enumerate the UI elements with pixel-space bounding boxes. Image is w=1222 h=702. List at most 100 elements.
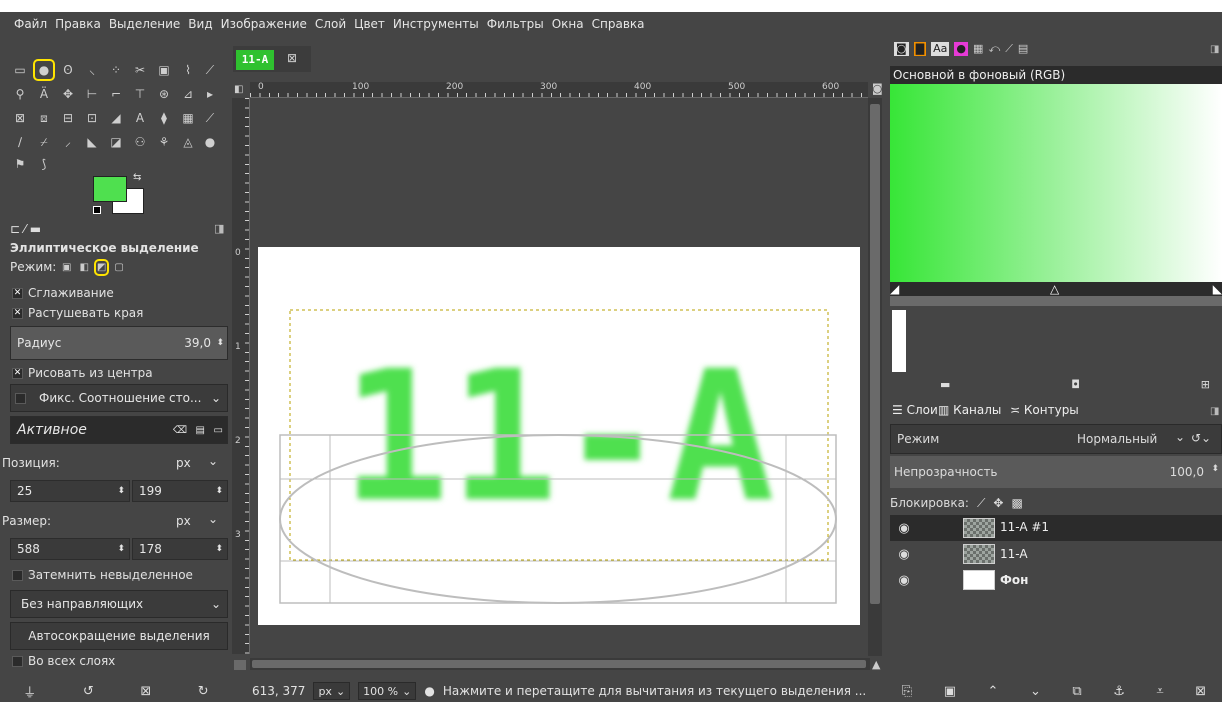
airbrush-icon[interactable]: ⸝ <box>60 134 76 150</box>
chevron-down-icon[interactable]: ⌄ <box>208 512 218 526</box>
anchor-layer-icon[interactable]: ⚓ <box>1113 684 1125 699</box>
vertical-scrollbar[interactable] <box>868 98 882 656</box>
smudge-icon[interactable]: ⚘ <box>156 134 172 150</box>
rect-select-icon[interactable]: ▭ <box>12 62 28 78</box>
menu-help[interactable]: Справка <box>592 17 645 31</box>
gradient-list-swatch[interactable] <box>892 310 906 372</box>
highlight-checkbox[interactable] <box>12 569 23 581</box>
image-canvas[interactable]: 11-A <box>258 247 860 625</box>
spinner-icon[interactable]: ⬍ <box>117 544 125 554</box>
horizontal-scroll-thumb[interactable] <box>252 660 866 668</box>
bucket-fill-icon[interactable]: ⧫ <box>156 110 172 126</box>
paste-icon[interactable]: ▭ <box>214 425 223 436</box>
menu-tools[interactable]: Инструменты <box>393 17 479 31</box>
delete-layer-icon[interactable]: ⊠ <box>1195 684 1206 699</box>
lock-position-icon[interactable]: ✥ <box>993 496 1003 511</box>
align-icon[interactable]: ⊢ <box>84 86 100 102</box>
mode-intersect-icon[interactable]: ▢ <box>114 262 123 273</box>
raise-layer-icon[interactable]: ⌃ <box>988 684 999 699</box>
cage-icon[interactable]: ⊠ <box>12 110 28 126</box>
size-w-field[interactable]: 588 ⬍ <box>10 538 130 560</box>
stop-marker-icon[interactable]: ◢ <box>890 282 899 296</box>
merge-layer-icon[interactable]: ⩡ <box>1156 684 1163 699</box>
pos-y-field[interactable]: 199 ⬍ <box>132 480 228 502</box>
zoom-select[interactable]: 100 % ⌄ <box>358 682 417 700</box>
lower-layer-icon[interactable]: ⌄ <box>1030 684 1041 699</box>
gradients-tab-icon[interactable]: ▦ <box>973 42 983 56</box>
layer-row[interactable]: ◉ <box>890 515 1222 541</box>
clone-icon[interactable]: ◪ <box>108 134 124 150</box>
midpoint-marker-icon[interactable]: △ <box>1050 282 1059 296</box>
measure-icon[interactable]: Ä <box>36 86 52 102</box>
spinner-icon[interactable]: ⬍ <box>215 486 223 496</box>
mode-add-icon[interactable]: ◧ <box>79 262 88 273</box>
menu-windows[interactable]: Окна <box>552 17 584 31</box>
vertical-ruler[interactable]: 0 1 2 3 <box>232 98 250 654</box>
horizontal-scrollbar[interactable] <box>250 658 870 670</box>
restore-options-icon[interactable]: ↺ <box>83 684 94 699</box>
dropper-icon[interactable]: ⟆ <box>36 156 52 172</box>
radius-spinner-icon[interactable]: ⬍ <box>216 338 224 348</box>
vertical-scroll-thumb[interactable] <box>870 104 880 604</box>
sharpen-icon[interactable]: ⚑ <box>12 156 28 172</box>
tool-options-tab-icon[interactable]: ⊏ ⁄ ▬ <box>10 222 41 236</box>
shear-icon[interactable]: ⊿ <box>180 86 196 102</box>
pos-x-field[interactable]: 25 ⬍ <box>10 480 130 502</box>
flip-icon[interactable]: ▸ <box>202 86 218 102</box>
mode-replace-icon[interactable]: ▣ <box>62 262 71 273</box>
spinner-icon[interactable]: ⬍ <box>117 486 125 496</box>
fixed-ratio-checkbox[interactable] <box>15 393 26 404</box>
pencil-icon[interactable]: ⟋ <box>202 110 218 126</box>
blur-icon[interactable]: ● <box>202 134 218 150</box>
copy-icon[interactable]: ▤ <box>196 425 205 436</box>
gradient-icon[interactable]: ◢ <box>108 110 124 126</box>
opacity-field[interactable]: Непрозрачность 100,0 ⬍ <box>890 456 1222 488</box>
eraser-icon[interactable]: ⌿ <box>36 134 52 150</box>
move-icon[interactable]: ✥ <box>60 86 76 102</box>
menu-filters[interactable]: Фильтры <box>487 17 544 31</box>
all-layers-checkbox[interactable] <box>12 655 23 667</box>
layer-name[interactable]: Фон <box>1000 573 1028 587</box>
default-colors-icon[interactable] <box>93 206 101 214</box>
mypaint-icon[interactable]: ▦ <box>180 110 196 126</box>
navigate-icon[interactable] <box>234 660 246 670</box>
spinner-icon[interactable]: ⬍ <box>1211 464 1219 474</box>
highlight-option[interactable]: Затемнить невыделенное <box>12 566 193 584</box>
menu-select[interactable]: Выделение <box>109 17 180 31</box>
stop-marker-icon[interactable]: ◣ <box>1213 282 1222 296</box>
palettes-tab-icon[interactable]: ● <box>954 42 969 56</box>
warp-icon[interactable]: ⊛ <box>156 86 172 102</box>
history-tab-icon[interactable]: ⤺ <box>988 42 1000 56</box>
gradient-scroll-strip[interactable] <box>890 296 1222 306</box>
zoom-follow-icon[interactable]: ◙ <box>872 82 883 95</box>
patterns-tab-icon[interactable]: ▇ <box>913 42 927 56</box>
chevron-down-icon[interactable]: ⌄ <box>208 454 218 468</box>
tab-channels[interactable]: ▥ Каналы <box>938 403 1001 417</box>
expand-icon[interactable]: ▲ <box>872 658 880 671</box>
foreground-color-swatch[interactable] <box>93 176 127 202</box>
size-h-field[interactable]: 178 ⬍ <box>132 538 228 560</box>
eye-icon[interactable]: ◉ <box>890 547 918 562</box>
dock-menu-icon[interactable]: ◨ <box>1210 406 1219 417</box>
ink-icon[interactable]: ◣ <box>84 134 100 150</box>
composite-mode-icon[interactable]: ↺⌄ <box>1191 431 1211 445</box>
color-select-icon[interactable]: ⁘ <box>108 62 124 78</box>
fixed-ratio-dropdown[interactable]: Фикс. Соотношение сто... ⌄ <box>10 384 228 412</box>
tab-paths[interactable]: ≍ Контуры <box>1010 403 1079 417</box>
unit-select[interactable]: px ⌄ <box>313 682 351 700</box>
spinner-icon[interactable]: ⬍ <box>215 544 223 554</box>
gradient-list[interactable] <box>890 310 1222 374</box>
paths-icon[interactable]: ⌇ <box>180 62 196 78</box>
tab-layers[interactable]: ☰ Слои <box>892 403 938 417</box>
unified-transform-icon[interactable]: ⊤ <box>132 86 148 102</box>
center-option[interactable]: ✕ Рисовать из центра <box>12 364 153 382</box>
menu-image[interactable]: Изображение <box>221 17 307 31</box>
layer-name[interactable]: 11-A <box>1000 547 1028 561</box>
lock-pixels-icon[interactable]: ⟋ <box>977 496 985 511</box>
radius-field[interactable]: Радиус 39,0 ⬍ <box>10 326 228 360</box>
image-tab-thumbnail[interactable]: 11-A <box>236 50 274 70</box>
autoshrink-button[interactable]: Автосокращение выделения <box>10 622 228 650</box>
menu-file[interactable]: Файл <box>14 17 47 31</box>
lock-alpha-icon[interactable]: ▩ <box>1011 496 1022 511</box>
clone-transform-icon[interactable]: ⊟ <box>60 110 76 126</box>
